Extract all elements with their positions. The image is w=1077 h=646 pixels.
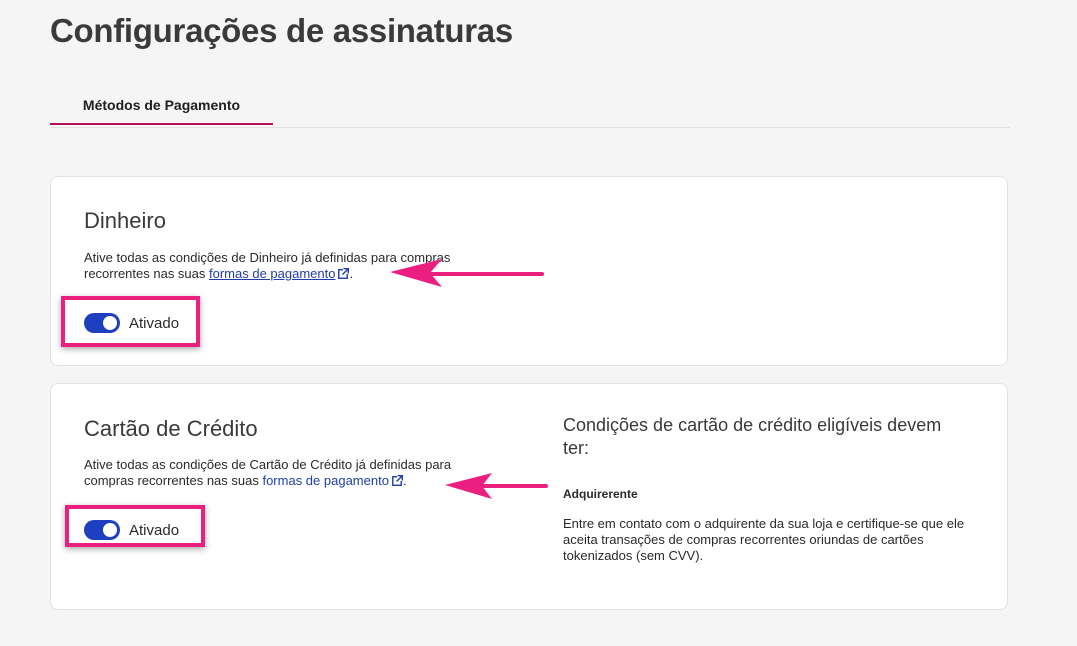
- page-title: Configurações de assinaturas: [50, 12, 513, 49]
- credit-title: Cartão de Crédito: [84, 416, 258, 441]
- credit-description-end: .: [402, 473, 407, 488]
- tab-payment-methods[interactable]: Métodos de Pagamento: [50, 88, 273, 125]
- eligibility-text: Entre em contato com o adquirente da sua…: [563, 516, 965, 563]
- credit-payment-methods-link[interactable]: formas de pagamento: [262, 473, 403, 488]
- annotation-arrow-icon: [390, 259, 544, 287]
- external-link-icon: [338, 268, 350, 279]
- cash-title: Dinheiro: [84, 208, 166, 233]
- eligibility-subtitle: Adquirerente: [563, 487, 638, 501]
- cash-payment-methods-link-label: formas de pagamento: [209, 266, 336, 281]
- tab-bar: Métodos de Pagamento: [50, 88, 1010, 128]
- external-link-icon: [391, 475, 403, 486]
- cash-description-end: .: [349, 266, 354, 281]
- cash-toggle-highlight: [61, 296, 200, 347]
- credit-payment-methods-link-label: formas de pagamento: [262, 473, 389, 488]
- credit-toggle-highlight: [65, 505, 205, 547]
- cash-payment-methods-link[interactable]: formas de pagamento: [209, 266, 350, 281]
- eligibility-title: Condições de cartão de crédito eligíveis…: [563, 415, 942, 458]
- annotation-arrow-icon: [445, 473, 548, 499]
